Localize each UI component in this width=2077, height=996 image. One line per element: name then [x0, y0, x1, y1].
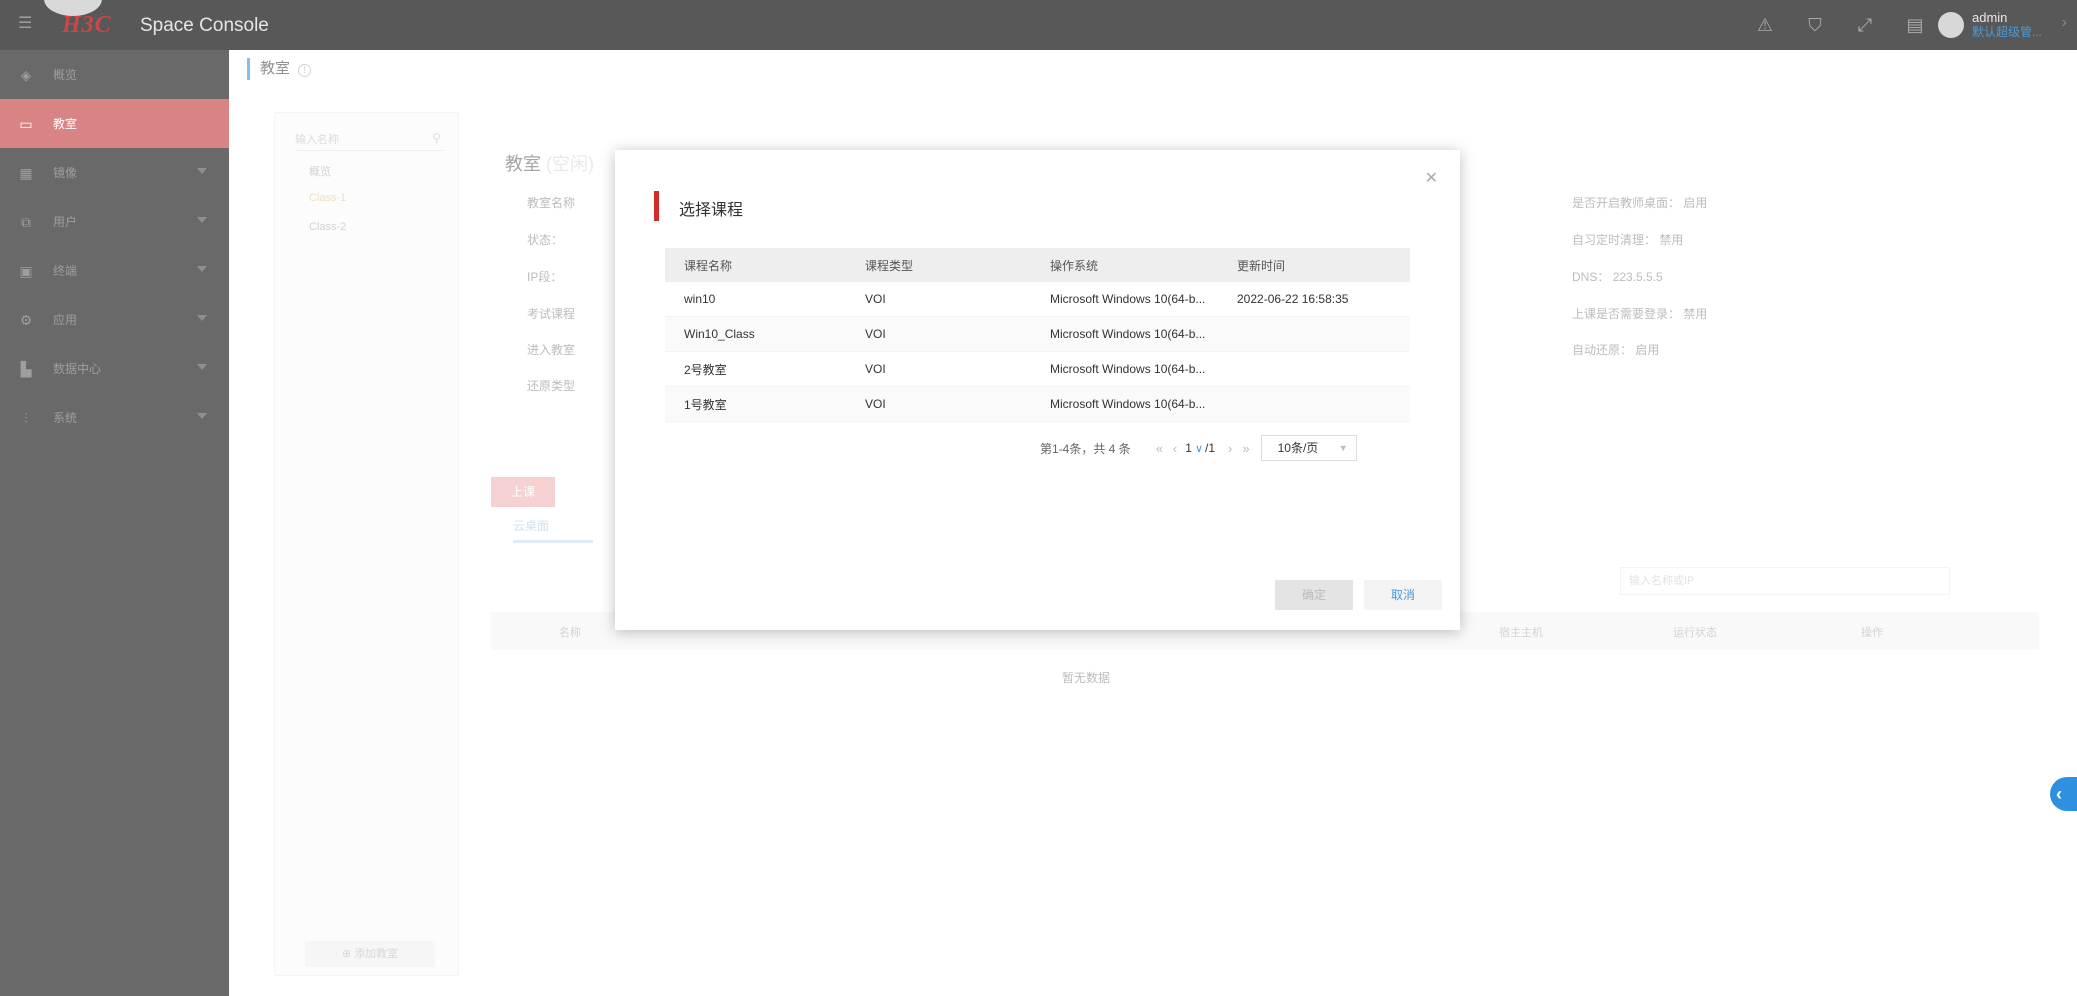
sidebar-item-label: 镜像 [53, 166, 78, 180]
dropdown-arrow-icon: ▼ [1338, 443, 1348, 453]
table-header: 课程名称 课程类型 操作系统 更新时间 [665, 248, 1410, 282]
fullscreen-icon[interactable]: ⤢ [1853, 13, 1877, 37]
top-bar: ☰ H3C Space Console ⚠ ⛉ ⤢ ▤ admin 默认超级管.… [0, 0, 2077, 50]
course-table: 课程名称 课程类型 操作系统 更新时间 win10 VOI Microsoft Wi… [665, 248, 1410, 422]
table-cell: 1号教室 [684, 397, 727, 412]
chevron-down-icon [197, 217, 207, 223]
table-row[interactable]: Win10_Class VOI Microsoft Windows 10(64-b.… [665, 317, 1410, 352]
title-accent [654, 191, 659, 221]
cancel-button[interactable]: 取消 [1364, 580, 1442, 610]
pagination: 第1-4条，共 4 条 « ‹ 1 ∨ /1 › » 10条/页 ▼ [1040, 435, 1357, 461]
sidebar-item-label: 数据中心 [53, 362, 102, 376]
table-cell: VOI [865, 397, 886, 411]
chevron-down-icon[interactable]: ∨ [1195, 442, 1203, 455]
app-title: Space Console [140, 15, 269, 36]
user-icon: ⧉ [21, 213, 31, 230]
top-icons: ⚠ ⛉ ⤢ ▤ [1753, 13, 1927, 37]
table-cell: Microsoft Windows 10(64-b... [1050, 327, 1206, 341]
col-update-time[interactable]: 更新时间 [1217, 257, 1410, 274]
table-cell: 2022-06-22 16:58:35 [1237, 292, 1349, 306]
sidebar-item-0[interactable]: ◈ 概览 [0, 50, 229, 99]
sidebar-item-label: 应用 [53, 313, 78, 327]
alert-icon[interactable]: ⚠ [1753, 13, 1777, 37]
pager-total: 第1-4条，共 4 条 [1040, 441, 1131, 456]
table-cell: VOI [865, 292, 886, 306]
table-cell: win10 [684, 292, 716, 306]
current-page[interactable]: 1 [1185, 441, 1192, 455]
classroom-icon: ▭ [19, 115, 33, 132]
sidebar-item-4[interactable]: ▣ 终端 [0, 246, 229, 295]
dialog-title: 选择课程 [679, 202, 744, 219]
sidebar-item-6[interactable]: ▙ 数据中心 [0, 344, 229, 393]
sidebar-item-label: 概览 [53, 68, 78, 82]
confirm-button[interactable]: 确定 [1275, 580, 1353, 610]
collapse-panel-icon[interactable]: ‹ [2050, 777, 2077, 811]
col-os[interactable]: 操作系统 [1030, 257, 1217, 274]
col-course-type[interactable]: 课程类型 [845, 257, 1030, 274]
image-icon: ▦ [19, 164, 33, 181]
user-menu[interactable]: admin 默认超级管... [1938, 10, 2042, 40]
total-pages: /1 [1205, 441, 1216, 455]
sidebar-item-label: 教室 [53, 117, 78, 131]
sidebar-item-2[interactable]: ▦ 镜像 [0, 148, 229, 197]
chevron-down-icon [197, 413, 207, 419]
sidebar-item-1[interactable]: ▭ 教室 [0, 99, 229, 148]
sidebar-item-label: 用户 [53, 215, 78, 229]
table-row[interactable]: 2号教室 VOI Microsoft Windows 10(64-b... [665, 352, 1410, 387]
next-page-icon[interactable]: › [1228, 441, 1232, 456]
table-row[interactable]: win10 VOI Microsoft Windows 10(64-b... 2022… [665, 282, 1410, 317]
table-cell: Microsoft Windows 10(64-b... [1050, 362, 1206, 376]
brand-logo: H3C [62, 12, 112, 38]
terminal-icon: ▣ [19, 262, 33, 279]
table-cell: VOI [865, 327, 886, 341]
sidebar-item-3[interactable]: ⧉ 用户 [0, 197, 229, 246]
page-size-select[interactable]: 10条/页 ▼ [1260, 435, 1357, 461]
system-icon: ⫶ [24, 409, 28, 426]
sidebar-item-label: 终端 [53, 264, 78, 278]
sidebar-item-label: 系统 [53, 411, 78, 425]
chevron-down-icon [197, 266, 207, 272]
table-cell: 2号教室 [684, 362, 727, 377]
close-icon[interactable]: ✕ [1425, 168, 1438, 188]
shield-icon[interactable]: ⛉ [1803, 13, 1827, 37]
chevron-down-icon [197, 315, 207, 321]
chevron-down-icon [197, 168, 207, 174]
sidebar-item-7[interactable]: ⫶ 系统 [0, 393, 229, 442]
overview-icon: ◈ [20, 66, 32, 83]
datacenter-icon: ▙ [20, 360, 32, 377]
table-cell: VOI [865, 362, 886, 376]
clipboard-icon[interactable]: ▤ [1903, 13, 1927, 37]
chevron-right-icon[interactable]: › [2062, 14, 2067, 32]
first-page-icon[interactable]: « [1156, 441, 1163, 456]
table-cell: Microsoft Windows 10(64-b... [1050, 292, 1206, 306]
sidebar: ◈ 概览 ▭ 教室 ▦ 镜像 ⧉ 用户 ▣ 终端 ⚙ 应用 ▙ 数据中心 ⫶ 系统 [0, 50, 229, 996]
menu-icon[interactable]: ☰ [18, 16, 34, 32]
sidebar-item-5[interactable]: ⚙ 应用 [0, 295, 229, 344]
last-page-icon[interactable]: » [1242, 441, 1249, 456]
table-cell: Win10_Class [684, 327, 755, 341]
chevron-down-icon [197, 364, 207, 370]
table-cell: Microsoft Windows 10(64-b... [1050, 397, 1206, 411]
col-course-name[interactable]: 课程名称 [665, 257, 845, 274]
user-role: 默认超级管... [1972, 25, 2043, 39]
table-row[interactable]: 1号教室 VOI Microsoft Windows 10(64-b... [665, 387, 1410, 422]
select-course-dialog: ✕ 选择课程 课程名称 课程类型 操作系统 更新时间 win10 VOI Micro… [615, 150, 1460, 630]
user-name: admin [1972, 10, 2008, 25]
avatar [1938, 12, 1964, 38]
page-size-value: 10条/页 [1277, 441, 1319, 455]
prev-page-icon[interactable]: ‹ [1173, 441, 1177, 456]
app-icon: ⚙ [19, 311, 33, 328]
